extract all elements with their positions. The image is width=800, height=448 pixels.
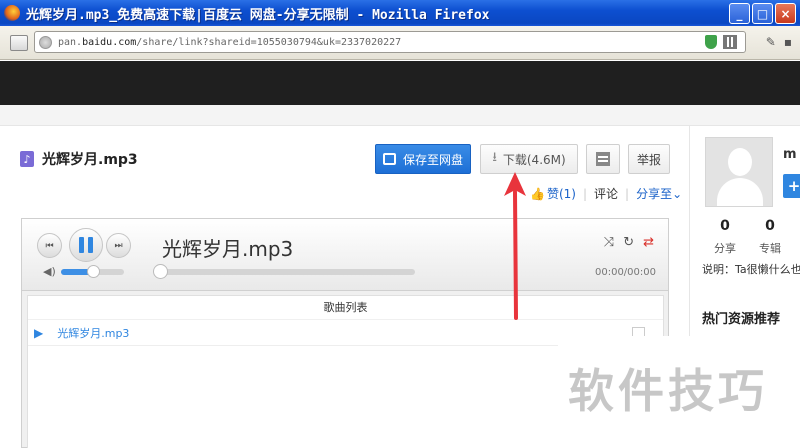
avatar[interactable]	[705, 137, 773, 207]
comment-link[interactable]: 评论	[594, 185, 618, 202]
qr-code-button[interactable]	[586, 144, 620, 174]
watermark-text: 软件技巧	[568, 364, 768, 418]
download-icon: ⭳	[492, 150, 497, 165]
report-button[interactable]: 举报	[628, 144, 670, 174]
page-icon[interactable]	[10, 34, 28, 51]
qr-code-icon[interactable]	[723, 35, 737, 49]
volume-slider[interactable]	[61, 265, 124, 278]
stat-fans[interactable]: 0 粉	[790, 218, 800, 256]
firefox-icon	[4, 5, 20, 21]
player-controls: ⏮ ⏭ 光辉岁月.mp3 ◀) ⤨ ↻ ⇄ 00:00/00:00	[22, 219, 668, 291]
loop-icon[interactable]: ⇄	[643, 235, 654, 250]
url-bar[interactable]: pan.baidu.com/share/link?shareid=1055030…	[34, 31, 746, 53]
music-file-icon: ♪	[20, 151, 34, 167]
download-button-label: 下载(4.6M)	[502, 152, 566, 167]
share-actions: 👍 赞(1) | 评论 | 分享至⌄	[530, 185, 682, 202]
stat-albums[interactable]: 0 专辑	[748, 218, 792, 256]
playlist-item-name[interactable]: 光辉岁月.mp3	[57, 325, 129, 341]
divider: |	[582, 186, 587, 201]
addon-icon[interactable]: ✎	[766, 35, 776, 49]
username[interactable]: m	[783, 147, 797, 162]
next-track-button[interactable]: ⏭	[106, 233, 131, 258]
qr-icon	[596, 152, 610, 166]
close-button[interactable]: ×	[775, 3, 796, 24]
url-text[interactable]: pan.baidu.com/share/link?shareid=1055030…	[58, 37, 401, 48]
play-pause-button[interactable]	[69, 228, 103, 262]
save-button-label: 保存至网盘	[402, 152, 463, 167]
hot-resources-title: 热门资源推荐	[702, 312, 781, 327]
shuffle-icon[interactable]: ⤨	[604, 235, 614, 250]
annotation-arrow	[504, 172, 526, 320]
playlist-header: 歌曲列表	[28, 296, 663, 320]
previous-track-button[interactable]: ⏮	[37, 233, 62, 258]
play-icon[interactable]: ▶	[34, 326, 43, 340]
follow-button[interactable]: +	[783, 174, 800, 198]
user-description: 说明：Ta很懒什么也	[702, 263, 800, 276]
window-titlebar: 光辉岁月.mp3_免费高速下载|百度云 网盘-分享无限制 - Mozilla F…	[0, 0, 800, 26]
page-top-strip	[0, 105, 800, 126]
thumbs-up-icon: 👍	[530, 186, 545, 201]
file-header: ♪ 光辉岁月.mp3	[20, 149, 138, 169]
volume-icon[interactable]: ◀)	[43, 265, 56, 278]
save-icon	[382, 153, 396, 165]
file-name: 光辉岁月.mp3	[42, 152, 138, 168]
shield-icon[interactable]	[705, 35, 717, 49]
time-display: 00:00/00:00	[594, 267, 656, 278]
globe-icon	[39, 35, 52, 49]
divider: |	[625, 186, 630, 201]
window-title: 光辉岁月.mp3_免费高速下载|百度云 网盘-分享无限制 - Mozilla F…	[26, 7, 490, 23]
stat-shares[interactable]: 0 分享	[703, 218, 747, 256]
save-to-cloud-button[interactable]: 保存至网盘	[375, 144, 471, 174]
volume-knob[interactable]	[86, 265, 100, 278]
playback-mode-icons: ⤨ ↻ ⇄	[604, 235, 654, 250]
menu-icon[interactable]: ▪	[784, 35, 792, 49]
window-controls: _ □ ×	[729, 3, 796, 24]
chevron-down-icon: ⌄	[672, 187, 683, 201]
like-link[interactable]: 赞(1)	[547, 185, 576, 202]
next-icon: ⏭	[114, 240, 123, 251]
player-song-title: 光辉岁月.mp3	[162, 237, 294, 261]
pause-icon	[79, 237, 93, 253]
minimize-button[interactable]: _	[729, 3, 750, 24]
maximize-button[interactable]: □	[752, 3, 773, 24]
progress-bar[interactable]	[153, 264, 415, 279]
previous-icon: ⏮	[45, 240, 54, 251]
share-link[interactable]: 分享至⌄	[636, 185, 682, 202]
repeat-one-icon[interactable]: ↻	[623, 235, 634, 250]
site-header	[0, 61, 800, 105]
navigation-bar: pan.baidu.com/share/link?shareid=1055030…	[0, 26, 800, 60]
nav-tools: ✎ ▪	[766, 35, 792, 49]
progress-knob[interactable]	[153, 264, 168, 279]
